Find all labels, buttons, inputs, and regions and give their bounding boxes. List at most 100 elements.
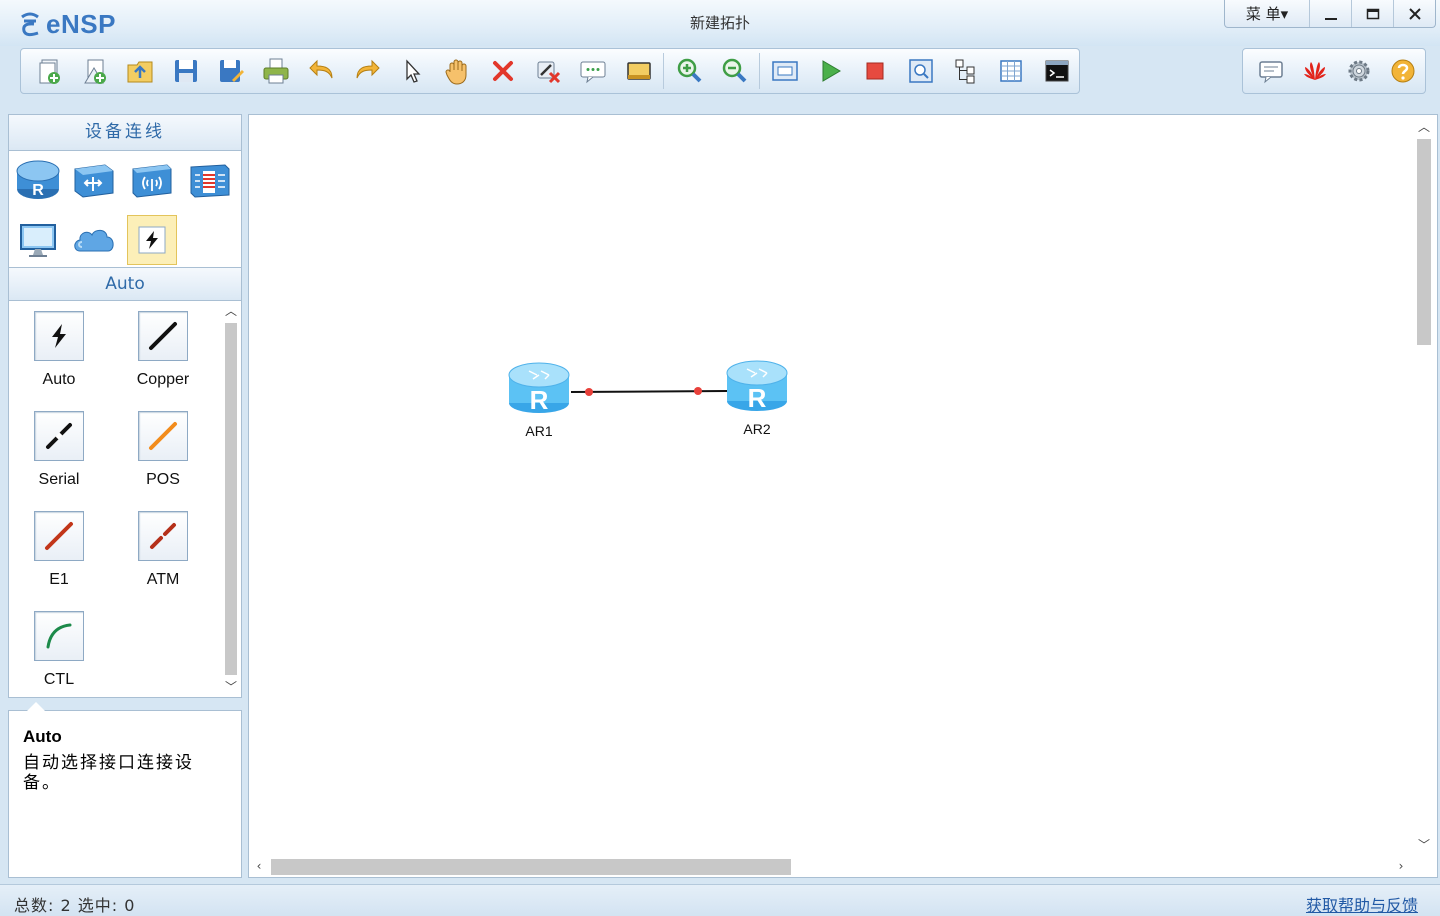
scroll-down-icon[interactable]: ﹀: [223, 679, 239, 695]
cable-item-atm[interactable]: ATM: [113, 511, 213, 589]
grid-icon: [1000, 60, 1022, 82]
node-ar1[interactable]: R AR1: [504, 359, 574, 439]
canvas-vertical-scrollbar[interactable]: ︿ ﹀: [1411, 115, 1437, 857]
save-as-button[interactable]: [208, 51, 253, 91]
cable-list-scrollbar[interactable]: ︿ ﹀: [223, 303, 239, 695]
grid-button[interactable]: [989, 51, 1034, 91]
scroll-down-icon[interactable]: ﹀: [1416, 837, 1432, 853]
show-interfaces-button[interactable]: [943, 51, 988, 91]
new-topology-button[interactable]: [27, 51, 72, 91]
cable-item-serial[interactable]: Serial: [9, 411, 109, 489]
scroll-right-icon[interactable]: ›: [1393, 858, 1409, 874]
node-label: AR1: [525, 423, 553, 439]
delete-button[interactable]: [480, 51, 525, 91]
help-feedback-link[interactable]: 获取帮助与反馈: [1306, 892, 1418, 916]
pointer-icon: [406, 59, 421, 83]
stop-devices-button[interactable]: [853, 51, 898, 91]
cable-lightning-icon: [138, 226, 166, 254]
category-cloud[interactable]: [69, 215, 119, 265]
device-panel: 设备连线 R Auto Auto Copper Serial POS E1 AT…: [8, 114, 242, 698]
router-icon: R: [726, 360, 788, 413]
zoom-out-icon: [723, 58, 747, 83]
scroll-left-icon[interactable]: ‹: [251, 858, 267, 874]
svg-text:R: R: [530, 385, 549, 415]
print-button[interactable]: [254, 51, 299, 91]
settings-button[interactable]: [1337, 51, 1381, 91]
cable-list: Auto Copper Serial POS E1 ATM CTL ︿ ﹀: [9, 301, 241, 697]
description-title: Auto: [23, 727, 62, 746]
cable-item-e1[interactable]: E1: [9, 511, 109, 589]
zoom-out-button[interactable]: [712, 51, 757, 91]
capture-button[interactable]: [898, 51, 943, 91]
close-button[interactable]: [1393, 0, 1435, 27]
topology-tree-icon: [955, 59, 975, 84]
category-firewall[interactable]: [185, 155, 235, 205]
cable-label: CTL: [43, 671, 75, 688]
atm-icon: [138, 511, 188, 561]
delete-x-icon: [492, 61, 513, 81]
new-topology-icon: [39, 59, 60, 84]
category-wireless[interactable]: [127, 155, 177, 205]
cable-item-pos[interactable]: POS: [113, 411, 213, 489]
redo-button[interactable]: [344, 51, 389, 91]
chat-icon: [1259, 61, 1283, 84]
category-switch[interactable]: [69, 155, 119, 205]
cable-item-ctl[interactable]: CTL: [9, 611, 109, 689]
scrollbar-thumb[interactable]: [1417, 139, 1431, 345]
ctl-icon: [34, 611, 84, 661]
port-dot-ar2: [694, 387, 702, 395]
scroll-up-icon[interactable]: ︿: [223, 303, 239, 319]
cable-label: Copper: [136, 371, 190, 388]
pan-button[interactable]: [435, 51, 480, 91]
undo-button[interactable]: [299, 51, 344, 91]
start-devices-button[interactable]: [807, 51, 852, 91]
fit-to-screen-button[interactable]: [762, 51, 807, 91]
new-from-template-button[interactable]: [72, 51, 117, 91]
forum-button[interactable]: [1249, 51, 1293, 91]
zoom-in-icon: [677, 58, 702, 83]
cable-item-copper[interactable]: Copper: [113, 311, 213, 389]
minimize-icon: [1324, 17, 1337, 20]
cable-item-auto[interactable]: Auto: [9, 311, 109, 389]
toolbar-separator: [663, 53, 665, 89]
zoom-in-button[interactable]: [666, 51, 711, 91]
category-pc[interactable]: [13, 215, 63, 265]
help-button[interactable]: [1381, 51, 1425, 91]
device-panel-title: 设备连线: [9, 115, 241, 151]
open-folder-icon: [127, 61, 153, 83]
palette-button[interactable]: [616, 51, 661, 91]
description-text: 自动选择接口连接设备。: [23, 753, 194, 793]
save-as-icon: [219, 60, 244, 82]
cable-panel-title: Auto: [9, 267, 241, 301]
menu-button[interactable]: 菜 单▾: [1225, 0, 1309, 27]
save-icon: [174, 60, 197, 82]
pc-monitor-icon: [20, 224, 56, 257]
scroll-up-icon[interactable]: ︿: [1416, 119, 1432, 135]
command-line-button[interactable]: [1034, 51, 1079, 91]
category-cable[interactable]: [127, 215, 177, 265]
select-button[interactable]: [390, 51, 435, 91]
node-ar2[interactable]: R AR2: [722, 357, 792, 437]
category-router[interactable]: R: [13, 155, 63, 205]
topology-canvas[interactable]: R AR1 R AR2 ︿ ﹀ ‹ ›: [248, 114, 1438, 878]
terminal-icon: [1045, 60, 1068, 82]
status-counts: 总数: 2 选中: 0: [14, 896, 136, 915]
minimize-button[interactable]: [1309, 0, 1351, 27]
huawei-button[interactable]: [1293, 51, 1337, 91]
text-button[interactable]: [571, 51, 616, 91]
router-icon: R: [16, 160, 60, 199]
link-ar1-ar2[interactable]: [570, 390, 728, 393]
scrollbar-thumb[interactable]: [271, 859, 791, 875]
open-button[interactable]: [118, 51, 163, 91]
port-dot-ar1: [585, 388, 593, 396]
cable-label: Serial: [38, 471, 80, 488]
play-icon: [822, 60, 841, 82]
scrollbar-thumb[interactable]: [225, 323, 237, 675]
canvas-horizontal-scrollbar[interactable]: ‹ ›: [249, 855, 1413, 877]
delete-all-links-button[interactable]: [525, 51, 570, 91]
save-button[interactable]: [163, 51, 208, 91]
toolbar-right: [1242, 48, 1426, 94]
router-icon: R: [508, 362, 570, 415]
maximize-button[interactable]: [1351, 0, 1393, 27]
device-category-grid: R: [9, 151, 241, 267]
